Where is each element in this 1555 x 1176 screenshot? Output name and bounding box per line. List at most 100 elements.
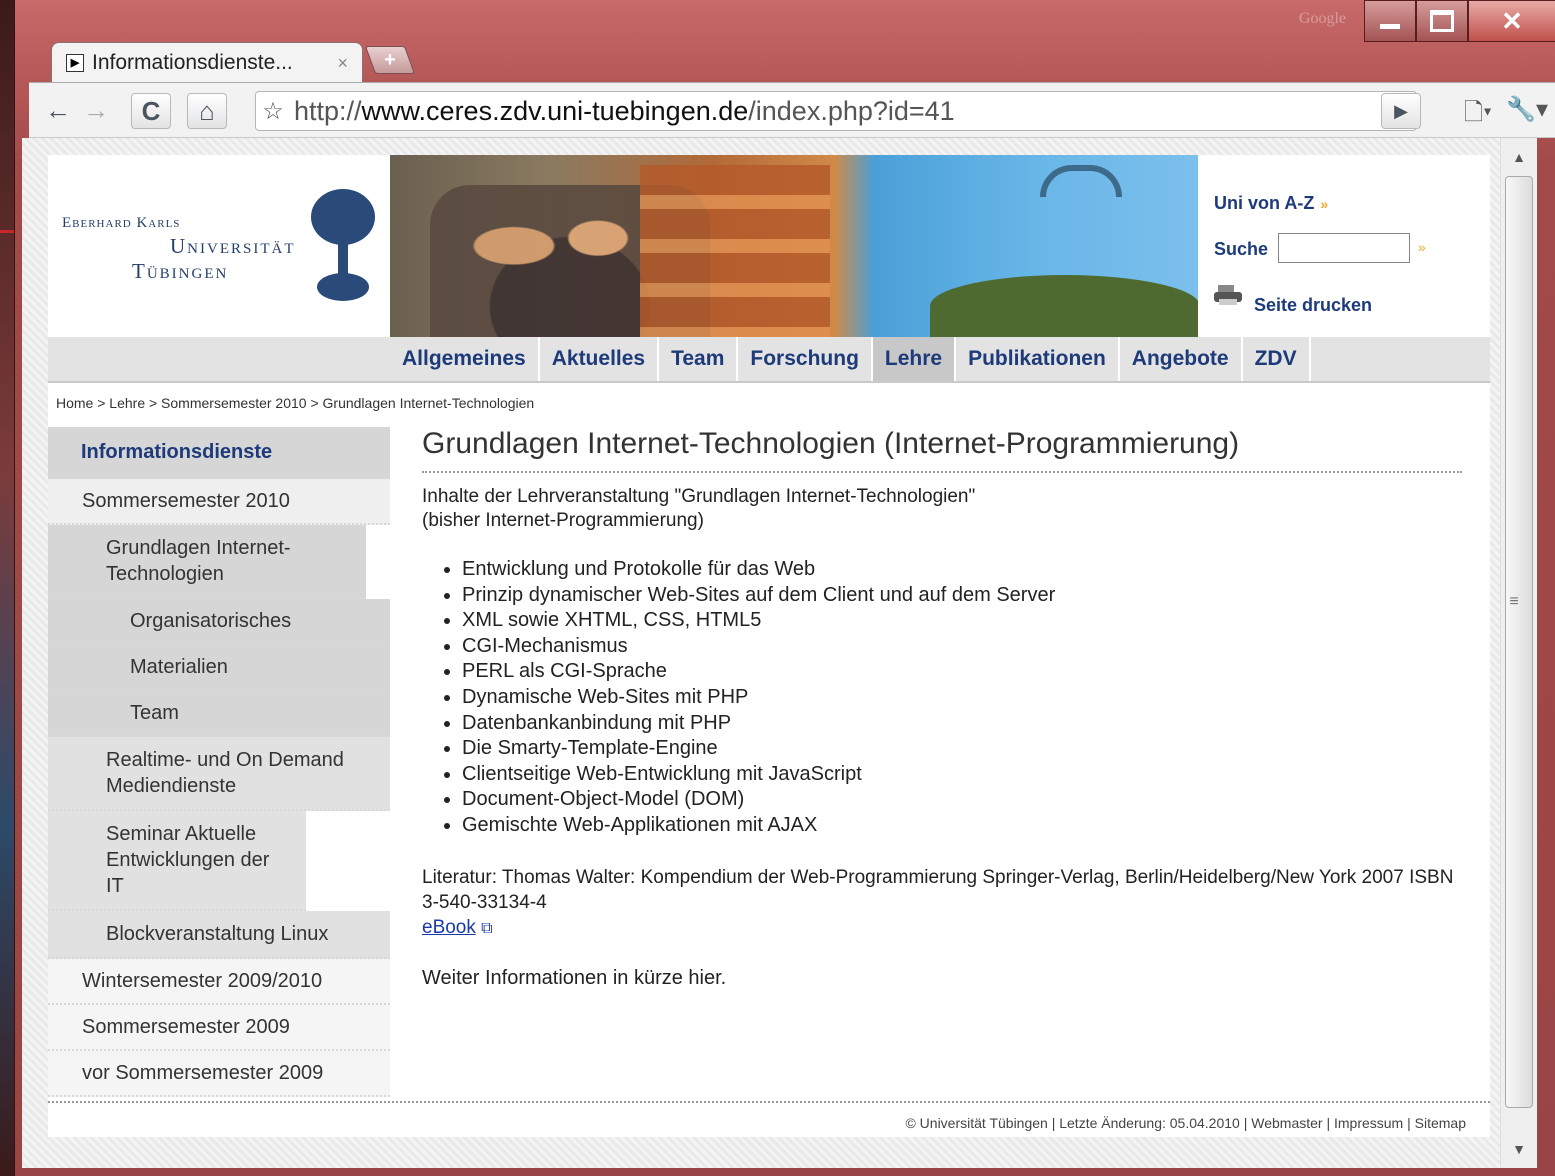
sidebar-item-realtime-mediendienste[interactable]: Realtime- und On Demand Mediendienste: [48, 737, 390, 811]
ebook-label: eBook: [422, 916, 476, 938]
uni-az-link[interactable]: Uni von A-Z »: [1214, 193, 1328, 214]
bookmark-star-icon[interactable]: ☆: [256, 97, 290, 126]
search-label: Suche: [1214, 239, 1269, 259]
maximize-icon: [1430, 10, 1454, 32]
nav-item-angebote[interactable]: Angebote: [1120, 337, 1243, 381]
topic-list: Entwicklung und Protokolle für das WebPr…: [422, 557, 1462, 839]
topic-list-item: PERL als CGI-Sprache: [462, 659, 1462, 685]
address-bar[interactable]: ☆ http://www.ceres.zdv.uni-tuebingen.de/…: [255, 91, 1417, 131]
topic-list-item: Datenbankanbindung mit PHP: [462, 711, 1462, 737]
search-input[interactable]: [1278, 233, 1410, 263]
nav-item-allgemeines[interactable]: Allgemeines: [390, 337, 540, 381]
sidebar-item-wintersemester-2009-2010[interactable]: Wintersemester 2009/2010: [48, 959, 390, 1005]
page-footer: © Universität Tübingen | Letzte Änderung…: [48, 1101, 1490, 1139]
home-icon: ⌂: [199, 95, 215, 126]
external-link-icon: ⧉: [481, 919, 493, 937]
back-button[interactable]: ←: [41, 93, 75, 127]
sidebar-item-team[interactable]: Team: [48, 691, 390, 737]
sidebar-item-vor-sommersemester-2009[interactable]: vor Sommersemester 2009: [48, 1051, 390, 1097]
literature-reference: Literatur: Thomas Walter: Kompendium der…: [422, 865, 1462, 941]
banner-signpost: [640, 165, 830, 337]
arrow-right-icon: »: [1320, 196, 1329, 212]
browser-tab[interactable]: ▶ Informationsdienste... ×: [51, 42, 363, 83]
close-window-button[interactable]: ✕: [1468, 0, 1555, 42]
nav-item-zdv[interactable]: ZDV: [1243, 337, 1311, 381]
topic-list-item: Prinzip dynamischer Web-Sites auf dem Cl…: [462, 583, 1462, 609]
url-text: http://www.ceres.zdv.uni-tuebingen.de/in…: [294, 96, 955, 127]
nav-item-publikationen[interactable]: Publikationen: [956, 337, 1120, 381]
scrollbar-grip-icon: ≡: [1509, 593, 1519, 610]
header-banner-photo: [390, 155, 1198, 337]
title-bar[interactable]: Google ✕: [15, 0, 1555, 42]
page-title: Grundlagen Internet-Technologien (Intern…: [422, 427, 1462, 473]
play-icon: ▶: [1394, 100, 1408, 121]
close-icon: ✕: [1501, 5, 1523, 36]
vertical-scrollbar[interactable]: ▲ ≡ ▼: [1500, 138, 1537, 1168]
university-logo[interactable]: Eberhard Karls Universität Tübingen: [48, 155, 390, 337]
go-button[interactable]: ▶: [1381, 93, 1421, 129]
scroll-down-arrow-icon[interactable]: ▼: [1501, 1134, 1537, 1164]
scroll-up-arrow-icon[interactable]: ▲: [1501, 142, 1537, 172]
tools-menu-button[interactable]: 🔧▾: [1506, 95, 1548, 124]
intro-line-2: (bisher Internet-Programmierung): [422, 510, 704, 531]
search-submit-icon[interactable]: »: [1418, 239, 1426, 255]
intro-text: Inhalte der Lehrveranstaltung "Grundlage…: [422, 485, 1462, 533]
literature-text: Literatur: Thomas Walter: Kompendium der…: [422, 866, 1454, 913]
footer-links[interactable]: © Universität Tübingen | Letzte Änderung…: [905, 1115, 1466, 1131]
tab-close-icon[interactable]: ×: [337, 53, 348, 74]
sidebar-item-blockveranstaltung-linux[interactable]: Blockveranstaltung Linux: [48, 911, 390, 959]
nav-item-forschung[interactable]: Forschung: [738, 337, 873, 381]
nav-item-aktuelles[interactable]: Aktuelles: [540, 337, 660, 381]
web-page: Eberhard Karls Universität Tübingen Uni …: [48, 155, 1490, 1137]
nav-items: Allgemeines Aktuelles Team Forschung Lehre Pu…: [390, 337, 1311, 381]
topic-list-item: XML sowie XHTML, CSS, HTML5: [462, 608, 1462, 634]
breadcrumb[interactable]: Home > Lehre > Sommersemester 2010 > Gru…: [56, 395, 534, 411]
sidebar-item-grundlagen-internet-technologien[interactable]: Grundlagen Internet-Technologien: [48, 525, 366, 599]
new-tab-button[interactable]: +: [364, 46, 416, 74]
logo-line-1: Eberhard Karls: [62, 215, 181, 231]
url-prefix: http://: [294, 95, 362, 126]
sidebar-item-organisatorisches[interactable]: Organisatorisches: [48, 599, 390, 645]
forward-arrow-icon: →: [83, 94, 109, 125]
ebook-link[interactable]: eBook: [422, 917, 476, 938]
logo-line-3: Tübingen: [132, 259, 229, 283]
printer-icon: [1214, 285, 1242, 305]
url-domain: www.ceres.zdv.uni-tuebingen.de: [361, 95, 749, 126]
maximize-button[interactable]: [1416, 0, 1468, 42]
page-menu-button[interactable]: 🗋▾: [1464, 95, 1492, 136]
page-icon: 🗋▾: [1463, 99, 1492, 126]
google-brand-mark: Google: [1298, 10, 1346, 27]
more-info-text: Weiter Informationen in kürze hier.: [422, 966, 727, 989]
url-path: /index.php?id=41: [748, 95, 955, 126]
nav-item-lehre[interactable]: Lehre: [872, 337, 957, 381]
home-button[interactable]: ⌂: [187, 93, 227, 129]
reload-button[interactable]: C: [131, 93, 171, 129]
logo-line-2: Universität: [170, 234, 296, 258]
forward-button[interactable]: →: [79, 93, 113, 127]
topic-list-item: Entwicklung und Protokolle für das Web: [462, 557, 1462, 583]
tab-title: Informationsdienste...: [92, 51, 293, 74]
sidebar-item-sommersemester-2010[interactable]: Sommersemester 2010: [48, 479, 390, 525]
topic-list-item: Clientseitige Web-Entwicklung mit JavaSc…: [462, 762, 1462, 788]
browser-toolbar: ← → C ⌂ ☆ http://www.ceres.zdv.uni-tuebi…: [29, 82, 1555, 138]
banner-hill: [930, 275, 1198, 337]
palm-tree-logo-icon: [311, 189, 375, 301]
uni-az-label: Uni von A-Z: [1214, 193, 1315, 213]
back-arrow-icon: ←: [45, 94, 71, 125]
topic-list-item: Document-Object-Model (DOM): [462, 787, 1462, 813]
print-page-link[interactable]: Seite drucken: [1254, 295, 1372, 316]
topic-list-item: Die Smarty-Template-Engine: [462, 736, 1462, 762]
sidebar-item-informationsdienste[interactable]: Informationsdienste: [48, 427, 390, 479]
wrench-icon: 🔧▾: [1506, 96, 1548, 123]
logo-wordmark: Eberhard Karls Universität Tübingen: [62, 215, 296, 284]
intro-line-1: Inhalte der Lehrveranstaltung "Grundlage…: [422, 486, 976, 507]
nav-item-team[interactable]: Team: [659, 337, 739, 381]
main-navigation: Allgemeines Aktuelles Team Forschung Lehre Pu…: [48, 337, 1490, 383]
page-favicon-icon: ▶: [66, 54, 84, 72]
scrollbar-thumb[interactable]: [1505, 176, 1533, 1108]
sidebar-item-materialien[interactable]: Materialien: [48, 645, 390, 691]
minimize-icon: [1380, 23, 1400, 29]
sidebar-item-seminar-aktuelle-entwicklungen[interactable]: Seminar Aktuelle Entwicklungen der IT: [48, 811, 306, 911]
sidebar-item-sommersemester-2009[interactable]: Sommersemester 2009: [48, 1005, 390, 1051]
minimize-button[interactable]: [1364, 0, 1416, 42]
